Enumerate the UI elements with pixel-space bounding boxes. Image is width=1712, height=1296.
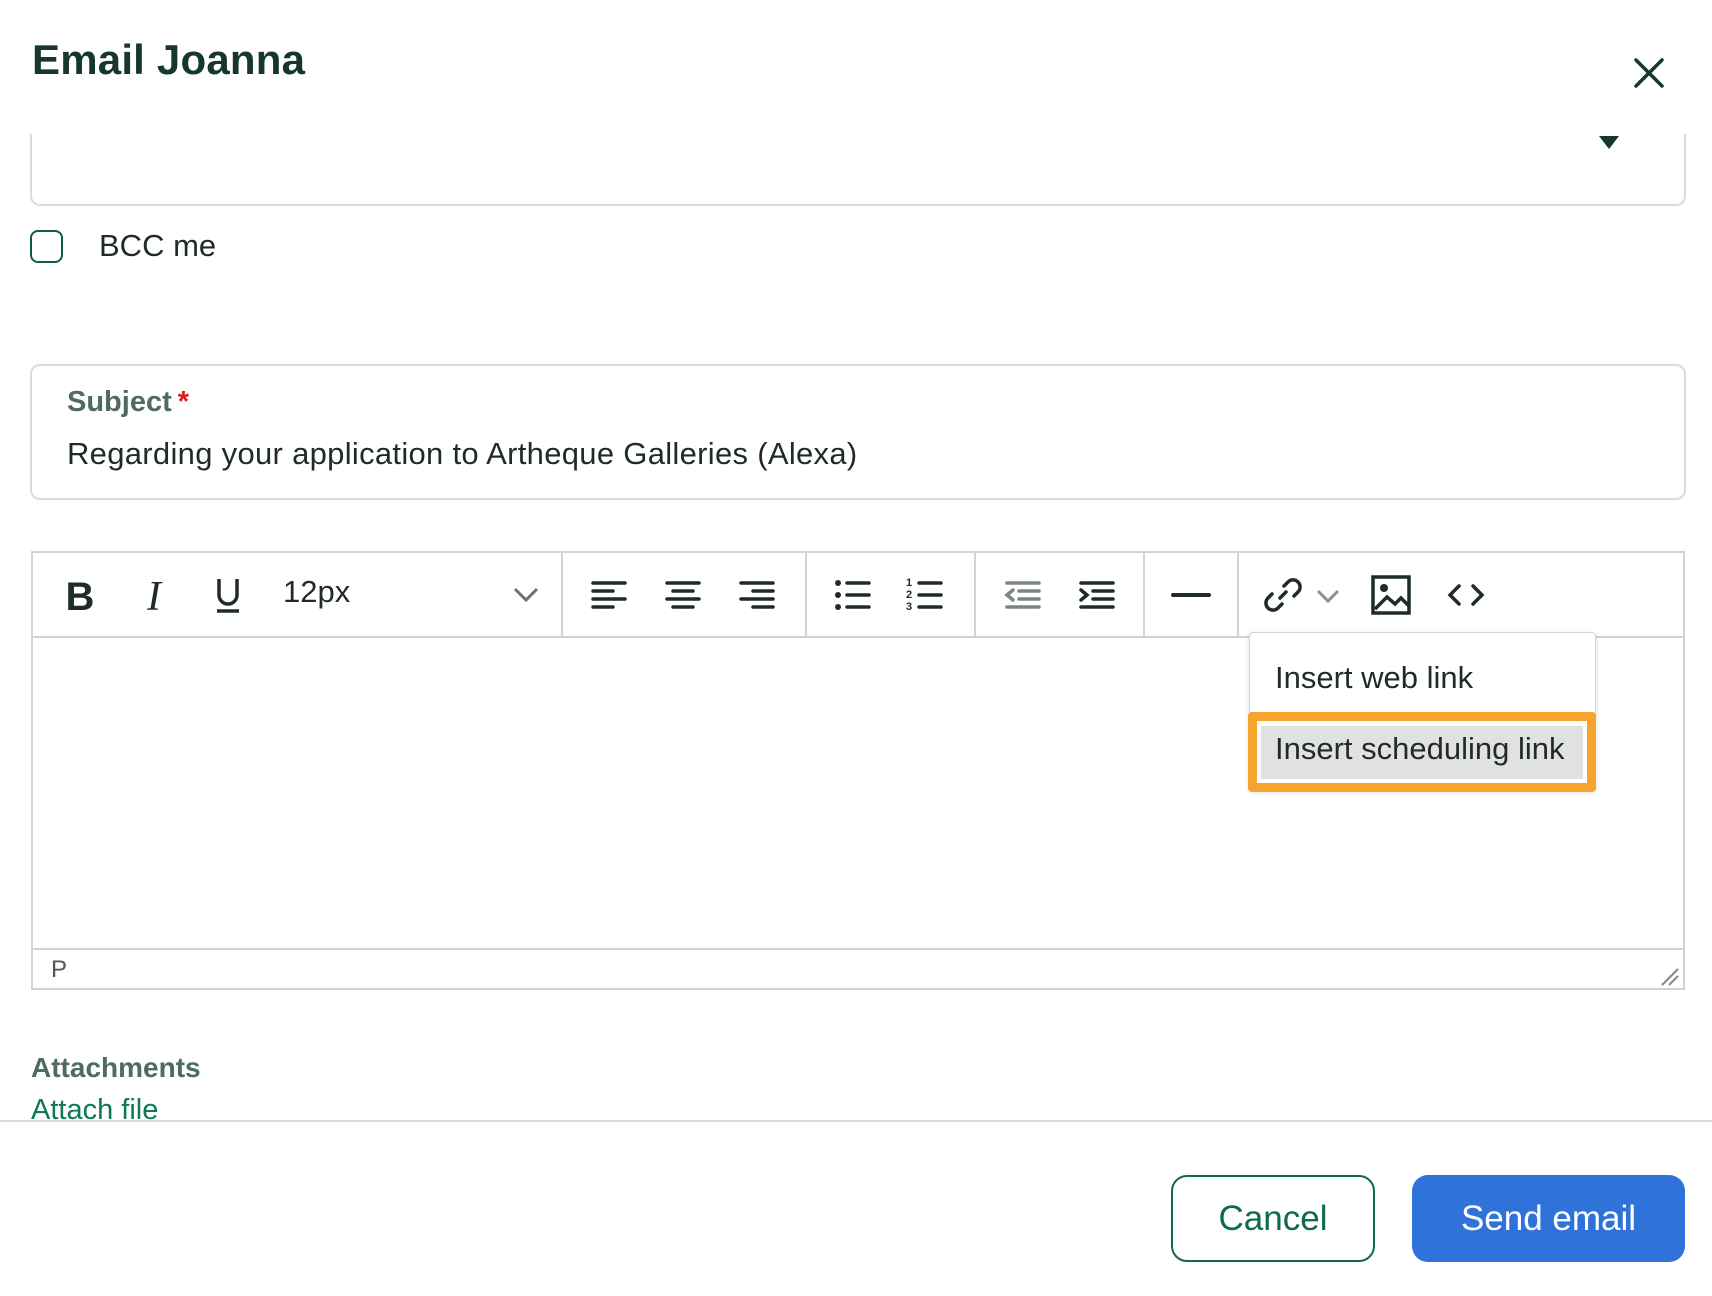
editor-statusbar [33,948,1683,990]
footer-divider [0,1120,1712,1122]
align-center-icon[interactable] [653,565,713,625]
bullet-list-icon[interactable] [823,565,883,625]
subject-input[interactable]: Regarding your application to Artheque G… [67,436,858,472]
align-right-icon[interactable] [727,565,787,625]
font-size-select[interactable]: 12px [283,574,350,610]
attachments-title: Attachments [31,1052,201,1083]
italic-icon[interactable]: I [124,565,184,625]
bcc-label: BCC me [99,228,217,263]
element-path: P [51,956,68,983]
send-email-button[interactable]: Send email [1412,1175,1685,1262]
svg-text:3: 3 [906,601,912,613]
image-icon[interactable] [1361,565,1421,625]
link-icon[interactable] [1253,565,1313,625]
toolbar-separator [974,553,976,636]
close-icon[interactable] [1626,50,1672,96]
svg-text:I: I [146,574,163,617]
numbered-list-icon[interactable]: 123 [895,565,955,625]
svg-text:B: B [66,575,95,617]
bold-icon[interactable]: B [50,565,110,625]
cancel-button[interactable]: Cancel [1171,1175,1375,1262]
menu-item-insert-scheduling-link[interactable]: Insert scheduling link [1275,731,1565,767]
underline-icon[interactable] [198,565,258,625]
menu-item-insert-web-link[interactable]: Insert web link [1275,660,1473,696]
subject-label: Subject * [67,386,189,419]
caret-down-icon[interactable] [1599,136,1619,149]
required-marker: * [177,386,190,418]
resize-handle-icon[interactable] [1660,967,1680,987]
code-icon[interactable] [1436,565,1496,625]
toolbar-separator [1143,553,1145,636]
indent-icon[interactable] [1067,565,1127,625]
bcc-checkbox[interactable] [30,230,63,263]
outdent-icon[interactable] [993,565,1053,625]
svg-text:2: 2 [906,589,912,601]
subject-field[interactable] [30,364,1686,500]
toolbar-separator [1237,553,1239,636]
svg-text:1: 1 [906,577,912,589]
toolbar-separator [805,553,807,636]
horizontal-rule-icon[interactable] [1161,565,1221,625]
toolbar-separator [561,553,563,636]
link-dropdown-chevron-icon[interactable] [1310,578,1346,614]
subject-label-text: Subject [67,386,172,418]
dialog-title: Email Joanna [32,36,306,83]
recipient-select[interactable] [30,134,1686,206]
chevron-down-icon[interactable] [508,574,544,614]
align-left-icon[interactable] [579,565,639,625]
